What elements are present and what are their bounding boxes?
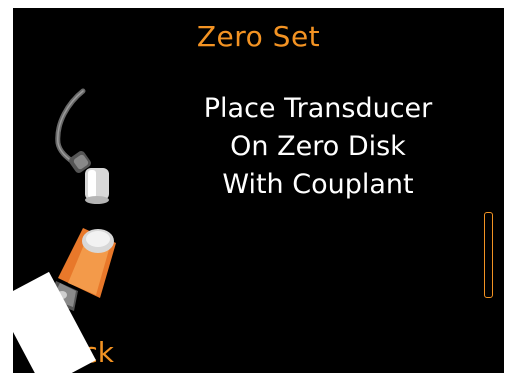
instruction-line: Place Transducer — [203, 93, 433, 124]
instruction-text: Place Transducer On Zero Disk With Coupl… — [168, 90, 468, 204]
scrollbar[interactable] — [484, 212, 493, 298]
screen-title: Zero Set — [196, 20, 321, 53]
instruction-line: With Couplant — [222, 169, 414, 200]
device-screen: Zero Set Place Transducer On Zero Disk W… — [13, 8, 504, 373]
transducer-icon — [55, 88, 109, 204]
instruction-line: On Zero Disk — [230, 131, 406, 162]
